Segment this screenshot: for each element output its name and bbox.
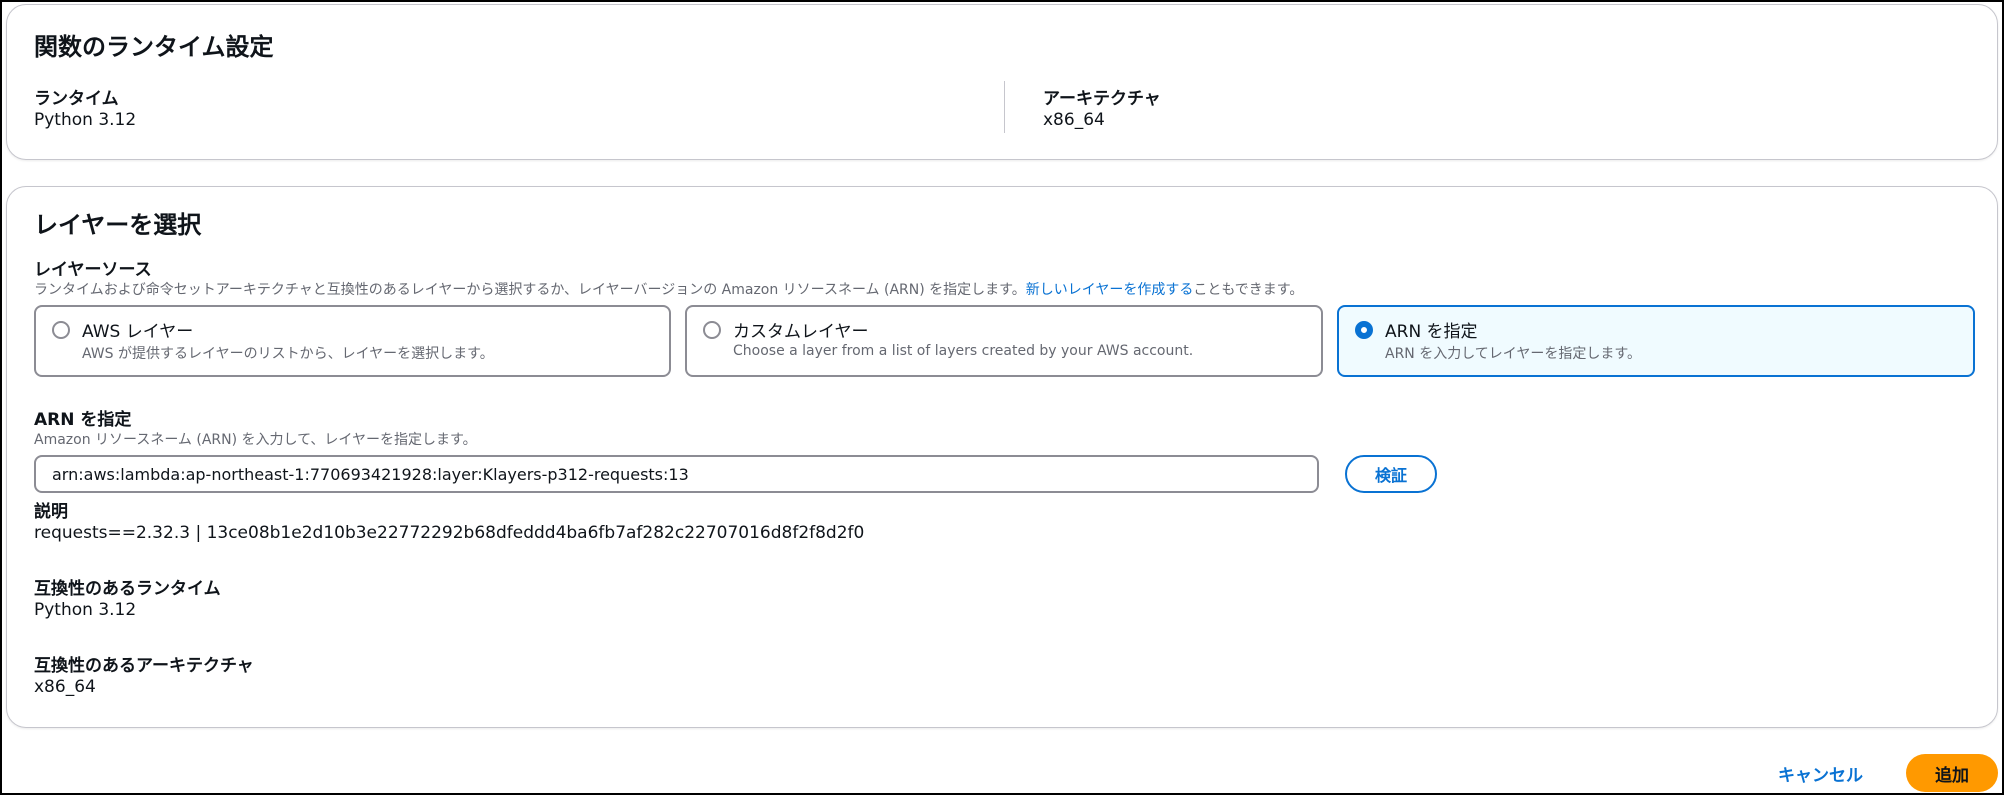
runtime-settings-panel: 関数のランタイム設定 ランタイム Python 3.12 アーキテクチャ x86… [6,4,1998,160]
radio-specify-arn[interactable] [1355,321,1373,339]
option-description: AWS が提供するレイヤーのリストから、レイヤーを選択します。 [82,346,494,362]
layer-source-option-custom-layers[interactable]: カスタムレイヤー Choose a layer from a list of l… [685,305,1323,377]
option-description: ARN を入力してレイヤーを指定します。 [1385,346,1641,362]
radio-custom-layers[interactable] [703,321,721,339]
layer-source-description: ランタイムおよび命令セットアーキテクチャと互換性のあるレイヤーから選択するか、レ… [34,279,1303,299]
layer-source-option-aws-layers[interactable]: AWS レイヤー AWS が提供するレイヤーのリストから、レイヤーを選択します。 [34,305,671,377]
architecture-label: アーキテクチャ [1043,89,1161,109]
layer-select-title: レイヤーを選択 [34,211,202,239]
layer-select-panel: レイヤーを選択 レイヤーソース ランタイムおよび命令セットアーキテクチャと互換性… [6,186,1998,728]
layer-source-description-text: ランタイムおよび命令セットアーキテクチャと互換性のあるレイヤーから選択するか、レ… [34,282,1026,298]
description-label: 説明 [34,502,68,522]
arn-field-description: Amazon リソースネーム (ARN) を入力して、レイヤーを指定します。 [34,432,477,448]
option-label: AWS レイヤー [82,322,194,342]
radio-aws-layers[interactable] [52,321,70,339]
arn-input[interactable] [34,455,1319,493]
runtime-settings-title: 関数のランタイム設定 [34,33,274,61]
verify-button[interactable]: 検証 [1345,455,1437,493]
description-value: requests==2.32.3 | 13ce08b1e2d10b3e22772… [34,523,865,543]
arn-field-label: ARN を指定 [34,410,132,430]
layer-source-description-suffix: こともできます。 [1193,282,1304,298]
cancel-button[interactable]: キャンセル [1772,757,1869,789]
create-new-layer-link[interactable]: 新しいレイヤーを作成する [1026,282,1194,298]
option-label: カスタムレイヤー [733,322,869,342]
layer-source-label: レイヤーソース [34,260,152,280]
compatible-runtimes-value: Python 3.12 [34,600,137,620]
runtime-label: ランタイム [34,89,119,109]
option-description: Choose a layer from a list of layers cre… [733,343,1194,359]
compatible-architectures-label: 互換性のあるアーキテクチャ [34,656,254,676]
compatible-runtimes-label: 互換性のあるランタイム [34,579,221,599]
compatible-architectures-value: x86_64 [34,677,96,697]
layer-source-option-specify-arn[interactable]: ARN を指定 ARN を入力してレイヤーを指定します。 [1337,305,1975,377]
add-button[interactable]: 追加 [1906,754,1998,792]
runtime-value: Python 3.12 [34,110,137,130]
column-divider [1004,81,1005,133]
architecture-value: x86_64 [1043,110,1105,130]
option-label: ARN を指定 [1385,322,1478,342]
